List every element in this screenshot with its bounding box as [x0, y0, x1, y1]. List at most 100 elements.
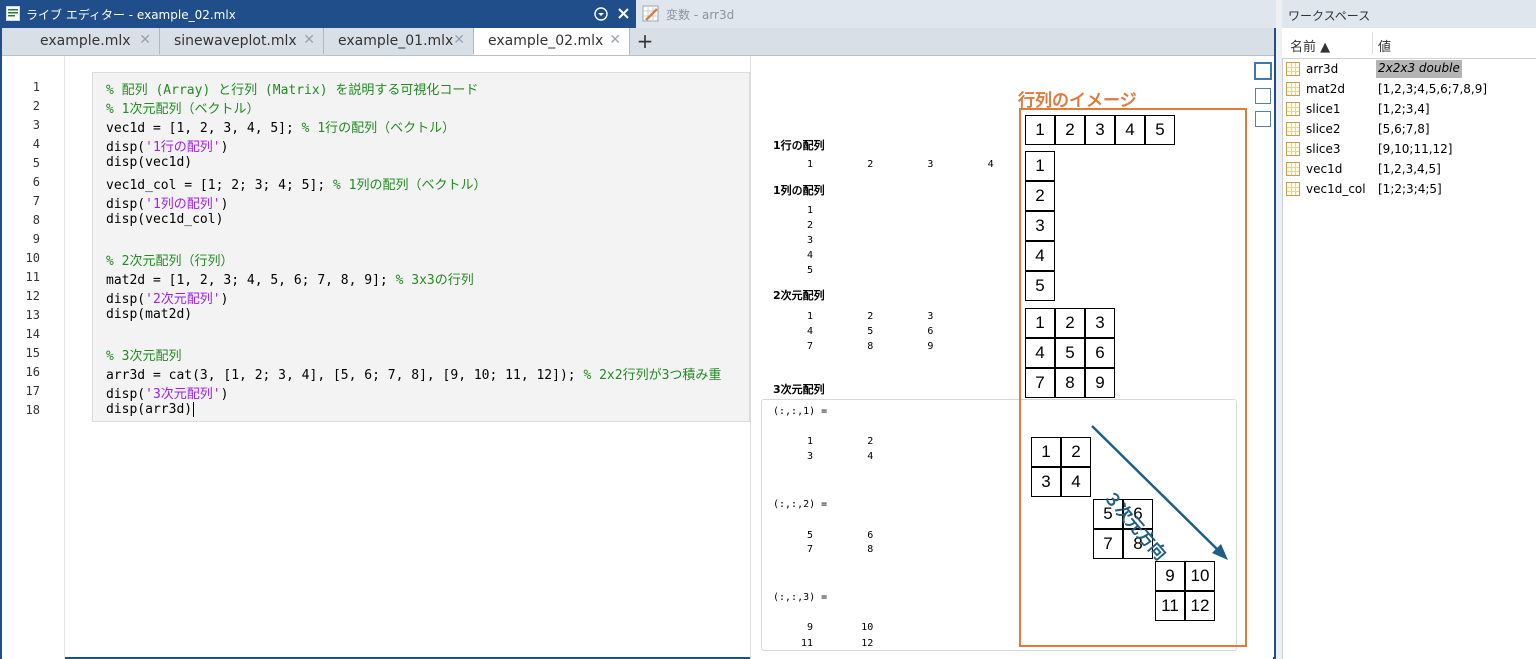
output-label-row-vector: 1行の配列 [773, 139, 825, 152]
workspace-row[interactable]: slice3 [9,10;11,12] [1282, 139, 1536, 159]
code-string: '2次元配列' [145, 292, 221, 307]
add-tab-button[interactable]: + [630, 28, 660, 54]
code-block[interactable]: % 配列 (Array) と行列 (Matrix) を説明する可視化コード % … [92, 72, 750, 422]
workspace-row[interactable]: arr3d 2x2x3 double [1282, 59, 1536, 79]
output-vec1d-col-5: 5 [807, 265, 814, 276]
code-text: disp(arr3d) [106, 402, 193, 417]
col-vector-cell: 1 [1025, 151, 1055, 181]
variable-name: slice3 [1306, 142, 1341, 156]
output-page1-row-2: 3 4 [807, 451, 874, 462]
hide-code-icon[interactable] [1255, 111, 1271, 127]
code-line-7[interactable]: disp('1列の配列') [106, 193, 228, 212]
code-line-17[interactable]: disp('3次元配列') [106, 383, 228, 402]
variable-name: vec1d_col [1306, 182, 1366, 196]
name-column-header[interactable]: 名前 ▲ [1290, 36, 1330, 55]
code-line-3[interactable]: vec1d = [1, 2, 3, 4, 5]; % 1行の配列（ベクトル） [106, 117, 455, 136]
output-vec1d-col-4: 4 [807, 250, 814, 261]
line-number: 9 [32, 232, 40, 246]
output-inline-icon[interactable] [1254, 62, 1272, 80]
workspace-row[interactable]: vec1d_col [1;2;3;4;5] [1282, 179, 1536, 199]
code-line-12[interactable]: disp('2次元配列') [106, 288, 228, 307]
code-comment: % 3x3の行列 [395, 273, 474, 288]
matrix-cell: 7 [1025, 368, 1055, 398]
code-line-2[interactable]: % 1次元配列（ベクトル） [106, 98, 259, 117]
close-tab-icon[interactable]: ✕ [303, 32, 315, 48]
output-vec1d-col-1: 1 [807, 205, 814, 216]
code-text: disp( [106, 197, 146, 212]
variable-name: arr3d [1306, 62, 1339, 76]
code-string: '1行の配列' [145, 140, 221, 155]
line-number: 5 [32, 156, 40, 170]
code-line-18[interactable]: disp(arr3d) [106, 402, 195, 417]
code-line-15[interactable]: % 3次元配列 [106, 345, 181, 364]
output-label-3d: 3次元配列 [773, 383, 825, 396]
tab-sinewaveplot[interactable]: sinewaveplot.mlx ✕ [160, 28, 324, 54]
code-line-5[interactable]: disp(vec1d) [106, 155, 192, 170]
close-tab-icon[interactable]: ✕ [139, 32, 151, 48]
tab-scroll-left[interactable] [2, 28, 27, 54]
code-line-11[interactable]: mat2d = [1, 2, 3; 4, 5, 6; 7, 8, 9]; % 3… [106, 269, 474, 288]
line-number: 4 [32, 137, 40, 151]
page3-cell: 9 [1155, 561, 1185, 591]
row-vector-cell: 2 [1055, 115, 1085, 145]
code-line-13[interactable]: disp(mat2d) [106, 307, 192, 322]
code-line-8[interactable]: disp(vec1d_col) [106, 212, 223, 227]
variable-name: mat2d [1306, 82, 1345, 96]
line-number: 15 [25, 346, 40, 360]
line-number: 10 [25, 251, 40, 265]
matrix-variable-icon [1286, 162, 1300, 176]
tab-label: example_02.mlx [488, 33, 604, 49]
code-text: mat2d = [1, 2, 3; 4, 5, 6; 7, 8, 9]; [106, 273, 396, 288]
variables-window-title[interactable]: 変数 - arr3d [666, 6, 734, 23]
code-line-1[interactable]: % 配列 (Array) と行列 (Matrix) を説明する可視化コード [106, 79, 478, 98]
variable-value: [5,6;7,8] [1378, 122, 1430, 136]
matrix-cell: 6 [1085, 338, 1115, 368]
col-vector-cell: 4 [1025, 241, 1055, 271]
matrix-variable-icon [1286, 82, 1300, 96]
editor-window-title: ライブ エディター - example_02.mlx [26, 8, 236, 22]
close-window-icon[interactable] [617, 7, 630, 20]
workspace-row[interactable]: slice2 [5,6;7,8] [1282, 119, 1536, 139]
output-right-icon[interactable] [1255, 88, 1271, 104]
line-number: 2 [32, 99, 40, 113]
window-options-icon[interactable] [594, 7, 608, 21]
code-line-16[interactable]: arr3d = cat(3, [1, 2; 3, 4], [5, 6; 7, 8… [106, 364, 721, 383]
value-column-header[interactable]: 値 [1378, 36, 1391, 55]
variable-name: slice1 [1306, 102, 1341, 116]
line-number: 13 [25, 308, 40, 322]
matrix-cell: 1 [1025, 308, 1055, 338]
code-comment: % 2x2行列が3つ積み重 [583, 368, 722, 383]
matrix-variable-icon [1286, 62, 1300, 76]
code-text: disp( [106, 140, 146, 155]
tab-example-02[interactable]: example_02.mlx ✕ [474, 28, 630, 55]
line-number: 7 [32, 194, 40, 208]
matrix-variable-icon [1286, 182, 1300, 196]
page3-cell: 12 [1185, 591, 1215, 621]
tab-example-01[interactable]: example_01.mlx ✕ [324, 28, 474, 54]
code-line-6[interactable]: vec1d_col = [1; 2; 3; 4; 5]; % 1列の配列（ベクト… [106, 174, 486, 193]
page1-cell: 2 [1061, 437, 1091, 467]
output-label-col-vector: 1列の配列 [773, 184, 825, 197]
workspace-header: 名前 ▲ 値 [1282, 28, 1536, 59]
row-vector-cell: 4 [1115, 115, 1145, 145]
code-line-4[interactable]: disp('1行の配列') [106, 136, 228, 155]
workspace-row[interactable]: slice1 [1,2;3,4] [1282, 99, 1536, 119]
variable-value: [1,2,3;4,5,6;7,8,9] [1378, 82, 1488, 96]
code-string: '3次元配列' [145, 387, 221, 402]
page3-cell: 11 [1155, 591, 1185, 621]
matrix-variable-icon [1286, 142, 1300, 156]
matrix-cell: 9 [1085, 368, 1115, 398]
close-tab-icon[interactable]: ✕ [609, 32, 621, 48]
code-line-10[interactable]: % 2次元配列（行列） [106, 250, 233, 269]
workspace-row[interactable]: mat2d [1,2,3;4,5,6;7,8,9] [1282, 79, 1536, 99]
code-text: vec1d_col = [1; 2; 3; 4; 5]; [106, 178, 333, 193]
tab-example[interactable]: example.mlx ✕ [26, 28, 160, 54]
code-text: disp( [106, 292, 146, 307]
line-number: 12 [25, 289, 40, 303]
workspace-row[interactable]: vec1d [1,2,3,4,5] [1282, 159, 1536, 179]
live-editor-icon [6, 6, 20, 21]
close-tab-icon[interactable]: ✕ [453, 32, 465, 48]
line-number: 17 [25, 384, 40, 398]
column-divider[interactable] [1372, 32, 1373, 54]
code-string: '1列の配列' [145, 197, 221, 212]
